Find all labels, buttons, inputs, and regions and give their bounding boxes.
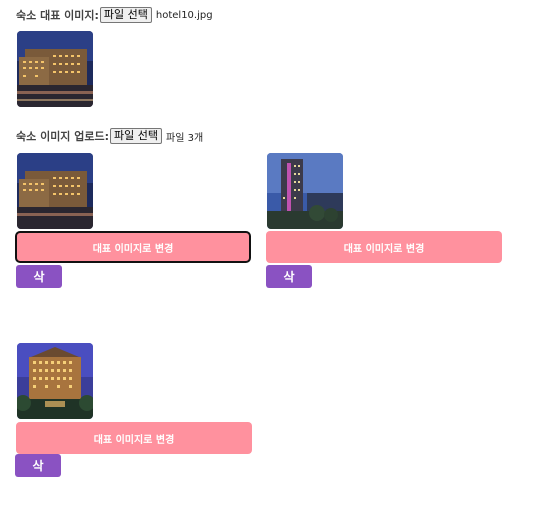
representative-file-button[interactable]: 파일 선택	[99, 7, 152, 23]
representative-image-preview	[17, 31, 93, 107]
upload-image-label: 숙소 이미지 업로드:	[16, 130, 110, 143]
uploaded-image-3	[17, 343, 93, 419]
delete-image-button-2[interactable]: 삭	[266, 265, 312, 288]
representative-image-row: 숙소 대표 이미지: 파일 선택 hotel10.jpg	[16, 7, 213, 23]
set-main-image-button-2[interactable]: 대표 이미지로 변경	[266, 231, 502, 263]
upload-image-row: 숙소 이미지 업로드: 파일 선택 파일 3개	[16, 128, 203, 144]
set-main-image-button-3[interactable]: 대표 이미지로 변경	[16, 422, 252, 454]
delete-image-button-1[interactable]: 삭	[16, 265, 62, 288]
representative-image-label: 숙소 대표 이미지:	[16, 9, 99, 22]
upload-file-count: 파일 3개	[166, 132, 204, 144]
upload-file-button[interactable]: 파일 선택	[110, 128, 163, 144]
representative-file-name: hotel10.jpg	[155, 9, 213, 21]
set-main-image-button-1[interactable]: 대표 이미지로 변경	[15, 231, 251, 263]
delete-image-button-3[interactable]: 삭	[15, 454, 61, 477]
uploaded-image-1	[17, 153, 93, 229]
uploaded-image-2	[267, 153, 343, 229]
